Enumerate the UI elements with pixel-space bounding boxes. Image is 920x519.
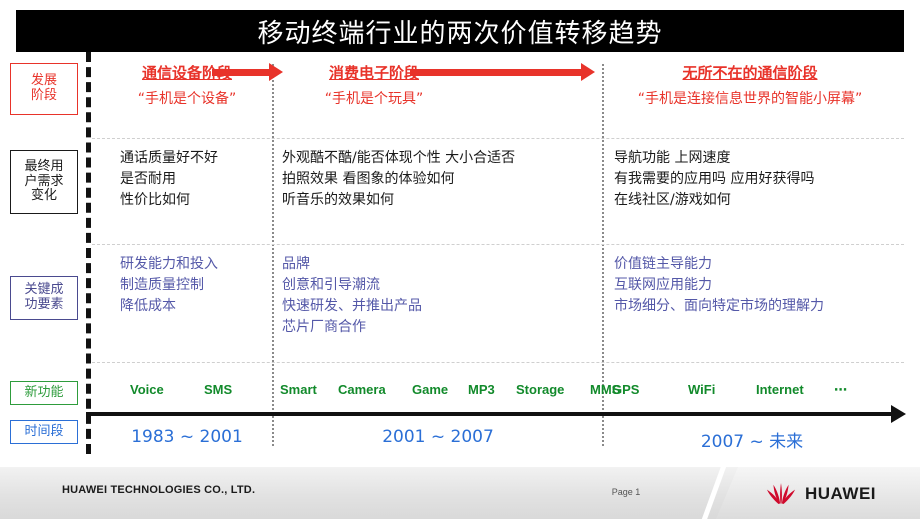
needs-item: 拍照效果 看图象的体验如何	[282, 171, 455, 187]
row-label-time-period-text: 时间段	[24, 423, 64, 439]
needs-item: 性价比如何	[120, 192, 190, 208]
row-label-user-needs-line2: 户需求	[24, 173, 64, 189]
new-functions-row: Voice SMS Smart Camera Game MP3 Storage MMS GPS W…	[92, 382, 904, 404]
needs-item: 是否耐用	[120, 171, 176, 187]
huawei-logo: HUAWEI	[764, 479, 906, 509]
function-label: MP3	[468, 382, 495, 397]
row-divider-3	[92, 362, 904, 363]
row-label-development-stage-line1: 发展	[30, 73, 57, 89]
ksf-column-1: 研发能力和投入 制造质量控制 降低成本	[120, 254, 218, 317]
row-label-key-success-factors: 关键成 功要素	[10, 276, 78, 320]
row-divider-2	[92, 244, 904, 245]
row-label-user-needs-line1: 最终用	[24, 158, 64, 174]
ksf-item: 芯片厂商合作	[282, 319, 366, 335]
function-label: GPS	[612, 382, 640, 397]
ksf-column-3: 价值链主导能力 互联网应用能力 市场细分、面向特定市场的理解力	[614, 254, 824, 317]
row-divider-1	[92, 138, 904, 139]
ksf-column-2: 品牌 创意和引导潮流 快速研发、并推出产品 芯片厂商合作	[282, 254, 422, 338]
ksf-item: 降低成本	[120, 298, 176, 314]
stage-quote-3: “手机是连接信息世界的智能小屏幕”	[637, 91, 863, 107]
period-label-3: 2007 ~ 未来	[700, 432, 804, 452]
row-label-new-functions: 新功能	[10, 381, 78, 405]
needs-column-3: 导航功能 上网速度 有我需要的应用吗 应用好获得吗 在线社区/游戏如何	[614, 148, 814, 211]
row-label-development-stage: 发展 阶段	[10, 63, 78, 115]
slide-footer: HUAWEI TECHNOLOGIES CO., LTD. Page 1 HUA…	[0, 466, 920, 519]
ksf-item: 研发能力和投入	[120, 256, 218, 272]
page-title: 移动终端行业的两次价值转移趋势	[257, 18, 663, 49]
ksf-item: 市场细分、面向特定市场的理解力	[614, 298, 824, 314]
ksf-item: 创意和引导潮流	[282, 277, 380, 293]
row-label-development-stage-line2: 阶段	[30, 88, 57, 103]
row-label-new-functions-text: 新功能	[24, 384, 64, 400]
row-label-user-needs-line3: 变化	[30, 188, 57, 204]
period-label-2: 2001 ~ 2007	[382, 427, 494, 447]
function-label: ⋯	[834, 382, 847, 397]
function-label: SMS	[204, 382, 233, 397]
row-label-time-period: 时间段	[10, 420, 78, 444]
function-label: Internet	[756, 382, 804, 397]
row-label-user-needs: 最终用 户需求 变化	[10, 150, 78, 214]
ksf-item: 互联网应用能力	[614, 277, 712, 293]
needs-item: 有我需要的应用吗 应用好获得吗	[614, 171, 815, 187]
stage-quote-1: “手机是个设备”	[137, 91, 237, 107]
period-label-1: 1983 ~ 2001	[131, 427, 243, 447]
slide-canvas: 移动终端行业的两次价值转移趋势 发展 阶段 最终用 户需求 变化 关键成 功要素…	[0, 0, 920, 519]
ksf-item: 快速研发、并推出产品	[282, 298, 422, 314]
needs-column-1: 通话质量好不好 是否耐用 性价比如何	[120, 148, 218, 211]
needs-item: 在线社区/游戏如何	[614, 192, 731, 208]
stage-arrow-1-icon	[212, 63, 283, 81]
ksf-item: 制造质量控制	[120, 277, 204, 293]
stage-arrow-2-icon	[410, 63, 595, 81]
row-label-ksf-line1: 关键成	[24, 282, 64, 298]
function-label: Storage	[516, 382, 565, 397]
ksf-item: 品牌	[282, 256, 310, 272]
function-label: Smart	[280, 382, 317, 397]
stage-quote-2: “手机是个玩具”	[324, 91, 424, 107]
stage-name-3: 无所不在的通信阶段	[682, 64, 818, 82]
needs-item: 通话质量好不好	[120, 150, 218, 166]
row-label-ksf-line2: 功要素	[24, 297, 64, 312]
function-label: Camera	[338, 382, 386, 397]
huawei-flower-icon	[766, 483, 796, 505]
diagram-body: 通信设备阶段 “手机是个设备” 消费电子阶段 “手机是个玩具” 无所不在的通信阶…	[86, 52, 906, 456]
footer-company-name: HUAWEI TECHNOLOGIES CO., LTD.	[62, 484, 256, 496]
function-label: Game	[412, 382, 449, 397]
needs-item: 听音乐的效果如何	[282, 192, 394, 208]
needs-item: 导航功能 上网速度	[614, 150, 731, 166]
needs-column-2: 外观酷不酷/能否体现个性 大小合适否 拍照效果 看图象的体验如何 听音乐的效果如…	[282, 148, 515, 211]
slide-title-bar: 移动终端行业的两次价值转移趋势	[16, 10, 904, 52]
huawei-wordmark: HUAWEI	[805, 484, 876, 503]
needs-item: 外观酷不酷/能否体现个性 大小合适否	[282, 150, 516, 166]
function-label: WiFi	[688, 382, 716, 397]
stage-block-3: 无所不在的通信阶段 “手机是连接信息世界的智能小屏幕”	[600, 62, 900, 108]
footer-page-number: Page 1	[611, 487, 641, 497]
ksf-item: 价值链主导能力	[614, 256, 712, 272]
timeline-axis-icon	[86, 405, 906, 423]
function-label: Voice	[130, 382, 164, 397]
label-column-divider	[86, 52, 91, 454]
